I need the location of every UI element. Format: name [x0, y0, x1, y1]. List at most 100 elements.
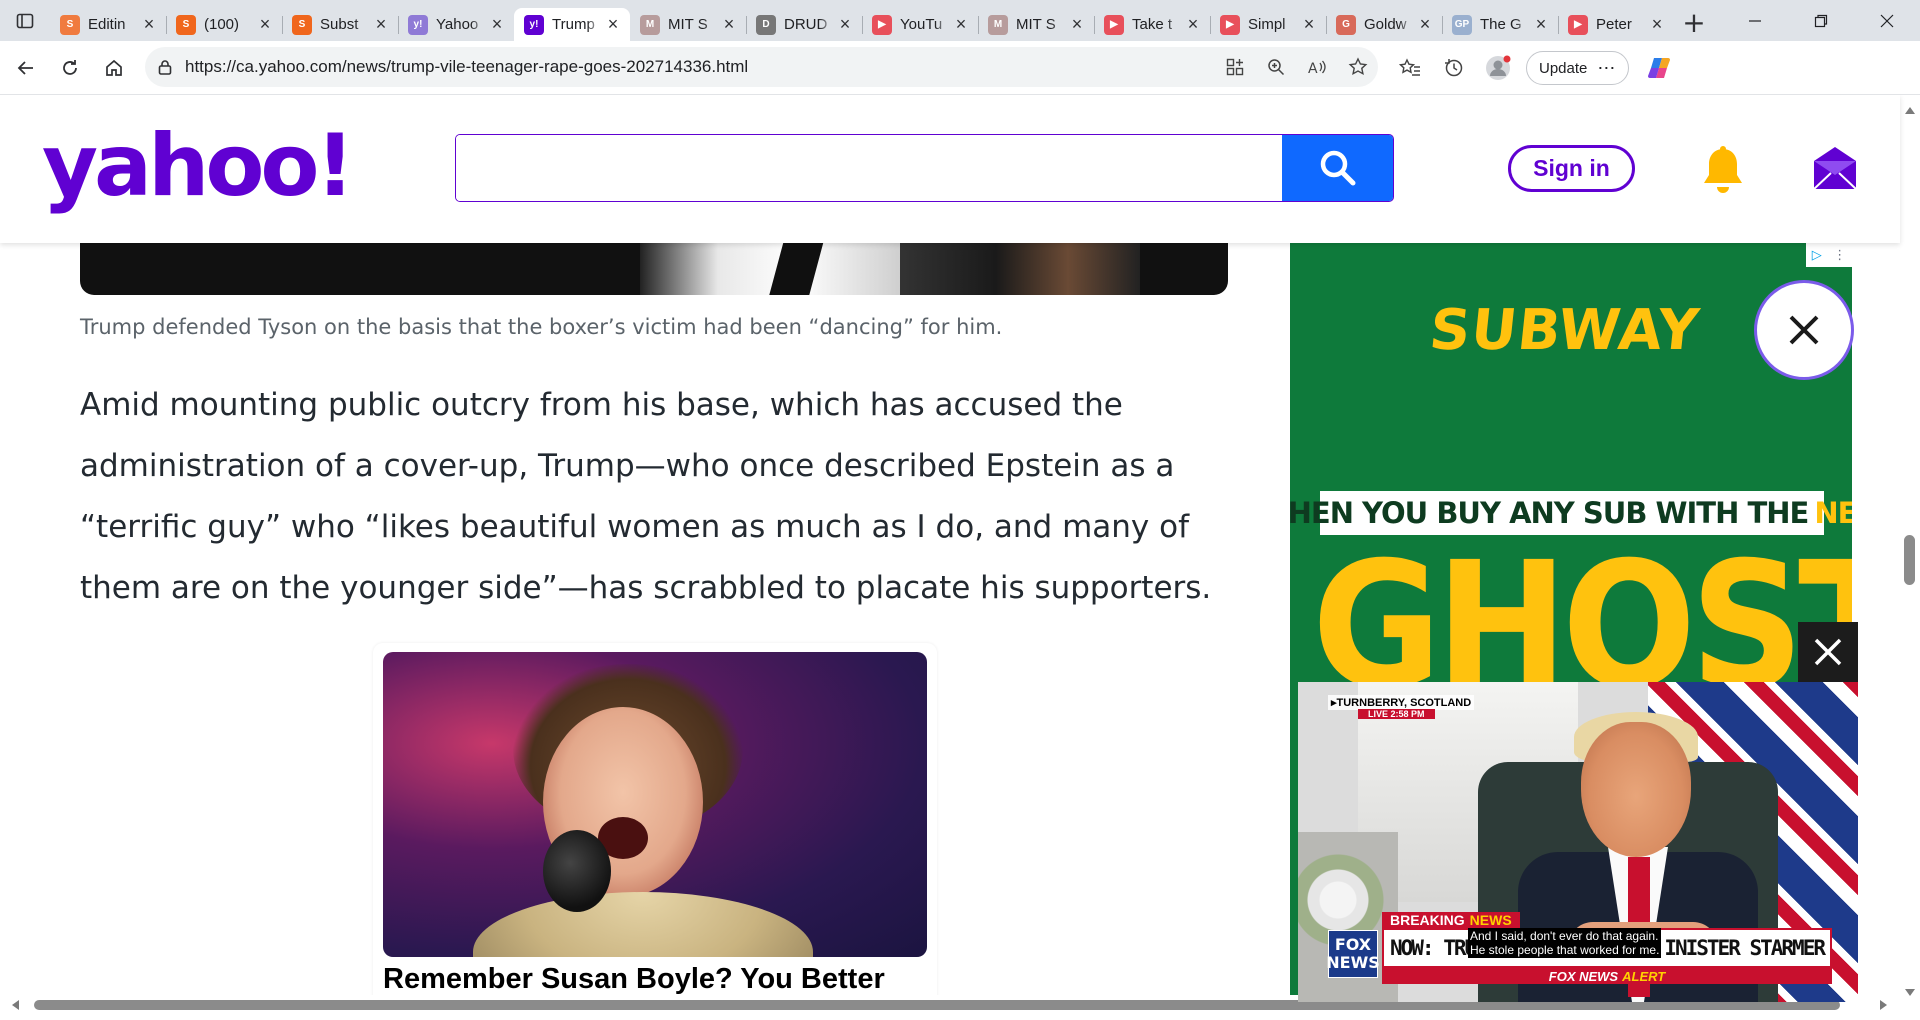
close-ad-button[interactable]	[1754, 280, 1854, 380]
browser-tab[interactable]: ▶ Simpl ×	[1210, 8, 1326, 41]
tab-label: Take t	[1132, 16, 1173, 33]
tab-close-icon[interactable]: ×	[1530, 14, 1552, 35]
close-video-button[interactable]	[1798, 622, 1858, 682]
article-paragraph: Amid mounting public outcry from his bas…	[80, 387, 1212, 606]
tab-favicon-icon: D	[756, 14, 776, 35]
scroll-right-arrow-icon[interactable]	[1880, 1000, 1887, 1010]
tab-close-icon[interactable]: ×	[1414, 14, 1436, 35]
search-input[interactable]	[456, 135, 1282, 201]
minimize-icon	[1749, 19, 1761, 22]
tab-strip: S Editin × S (100) × S Subst × y! Yahoo × y! Trump × M M…	[50, 0, 1674, 41]
tab-close-icon[interactable]: ×	[950, 14, 972, 35]
browser-tab[interactable]: M MIT S ×	[630, 8, 746, 41]
tab-actions-icon	[16, 13, 34, 28]
ad-headline[interactable]: Remember Susan Boyle? You Better	[383, 963, 885, 996]
tab-actions-button[interactable]	[0, 0, 50, 41]
tab-label: Goldw	[1364, 16, 1407, 33]
browser-tab[interactable]: y! Yahoo ×	[398, 8, 514, 41]
profile-button[interactable]	[1476, 46, 1520, 90]
ad-image[interactable]	[383, 652, 927, 957]
new-tab-button[interactable]: +	[1674, 6, 1714, 39]
browser-tab[interactable]: ▶ YouTu ×	[862, 8, 978, 41]
minimize-button[interactable]	[1722, 0, 1788, 41]
tab-close-icon[interactable]: ×	[138, 14, 160, 35]
svg-text:A: A	[1308, 61, 1318, 76]
scroll-down-arrow-icon[interactable]	[1905, 989, 1915, 996]
tab-close-icon[interactable]: ×	[486, 14, 508, 35]
subway-brand: SUBWAY	[1426, 298, 1703, 363]
reload-icon	[63, 59, 77, 75]
search-button[interactable]	[1282, 135, 1393, 201]
fox-news-logo: FOX NEWS	[1326, 930, 1380, 978]
reload-button[interactable]	[48, 46, 92, 90]
history-button[interactable]	[1432, 46, 1476, 90]
image-caption: Trump defended Tyson on the basis that t…	[80, 315, 1003, 339]
browser-tab[interactable]: ▶ Take t ×	[1094, 8, 1210, 41]
home-button[interactable]	[92, 46, 136, 90]
live-badge: LIVE 2:58 PM	[1358, 709, 1435, 719]
tab-close-icon[interactable]: ×	[834, 14, 856, 35]
tab-close-icon[interactable]: ×	[1298, 14, 1320, 35]
url-actions: A	[1214, 57, 1378, 77]
tab-close-icon[interactable]: ×	[254, 14, 276, 35]
tab-favicon-icon: S	[292, 14, 312, 35]
favorites-button[interactable]	[1388, 46, 1432, 90]
favorite-star-button[interactable]	[1337, 57, 1378, 77]
closed-captions: And I said, don't ever do that again. He…	[1468, 928, 1662, 958]
tab-close-icon[interactable]: ×	[718, 14, 740, 35]
site-info-button[interactable]	[145, 58, 185, 76]
tab-favicon-icon: y!	[408, 14, 428, 35]
read-aloud-button[interactable]: A	[1296, 58, 1337, 76]
mail-button[interactable]	[1812, 145, 1858, 195]
update-button[interactable]: Update ⋯	[1526, 51, 1630, 85]
browser-tab[interactable]: S Subst ×	[282, 8, 398, 41]
tab-favicon-icon: S	[176, 14, 196, 35]
tab-label: The G	[1480, 16, 1522, 33]
tab-favicon-icon: ▶	[1220, 14, 1240, 35]
tab-close-icon[interactable]: ×	[1066, 14, 1088, 35]
tab-close-icon[interactable]: ×	[370, 14, 392, 35]
scroll-left-arrow-icon[interactable]	[12, 1000, 19, 1010]
logo-line1: FOX	[1334, 935, 1372, 954]
tab-close-icon[interactable]: ×	[602, 14, 624, 35]
close-window-button[interactable]	[1854, 0, 1920, 41]
tab-favicon-icon: M	[640, 14, 660, 35]
tab-label: Editin	[88, 16, 126, 33]
app-available-button[interactable]	[1214, 58, 1255, 76]
zoom-button[interactable]	[1255, 58, 1296, 76]
notifications-button[interactable]	[1700, 145, 1746, 201]
close-icon	[1814, 638, 1842, 666]
vertical-scrollbar[interactable]	[1900, 95, 1920, 1008]
url-text[interactable]: https://ca.yahoo.com/news/trump-vile-tee…	[185, 57, 1214, 77]
browser-tab[interactable]: GP The G ×	[1442, 8, 1558, 41]
browser-tab[interactable]: ▶ Peter ×	[1558, 8, 1674, 41]
scroll-up-arrow-icon[interactable]	[1905, 107, 1915, 114]
vertical-scroll-thumb[interactable]	[1904, 535, 1915, 585]
caption-line-1: And I said, don't ever do that again.	[1470, 929, 1659, 943]
tab-close-icon[interactable]: ×	[1646, 14, 1668, 35]
yahoo-logo[interactable]: yahoo!	[42, 123, 355, 209]
browser-tab[interactable]: y! Trump ×	[514, 8, 630, 41]
ad-choices[interactable]: ▷ ⋮	[1806, 243, 1852, 267]
floating-video-player[interactable]: ▸TURNBERRY, SCOTLAND LIVE 2:58 PM BREAKI…	[1298, 682, 1858, 1002]
home-icon	[106, 59, 122, 76]
browser-tab[interactable]: D DRUD ×	[746, 8, 862, 41]
address-bar: https://ca.yahoo.com/news/trump-vile-tee…	[0, 41, 1920, 95]
copilot-button[interactable]	[1637, 46, 1681, 90]
browser-tab[interactable]: G Goldw ×	[1326, 8, 1442, 41]
browser-tab[interactable]: S (100) ×	[166, 8, 282, 41]
more-options-icon: ⋯	[1597, 57, 1617, 78]
restore-button[interactable]	[1788, 0, 1854, 41]
tab-close-icon[interactable]: ×	[1182, 14, 1204, 35]
back-button[interactable]	[4, 46, 48, 90]
tab-label: Trump	[552, 16, 595, 33]
breaking-news-label: NEWS	[1469, 912, 1512, 928]
browser-tab[interactable]: S Editin ×	[50, 8, 166, 41]
browser-tab[interactable]: M MIT S ×	[978, 8, 1094, 41]
sponsored-ad-card[interactable]: Remember Susan Boyle? You Better	[373, 643, 937, 1008]
logo-line2: NEWS	[1326, 953, 1380, 972]
lock-icon	[158, 60, 172, 75]
tab-favicon-icon: M	[988, 14, 1008, 35]
sign-in-button[interactable]: Sign in	[1508, 145, 1635, 192]
url-box[interactable]: https://ca.yahoo.com/news/trump-vile-tee…	[145, 47, 1378, 87]
